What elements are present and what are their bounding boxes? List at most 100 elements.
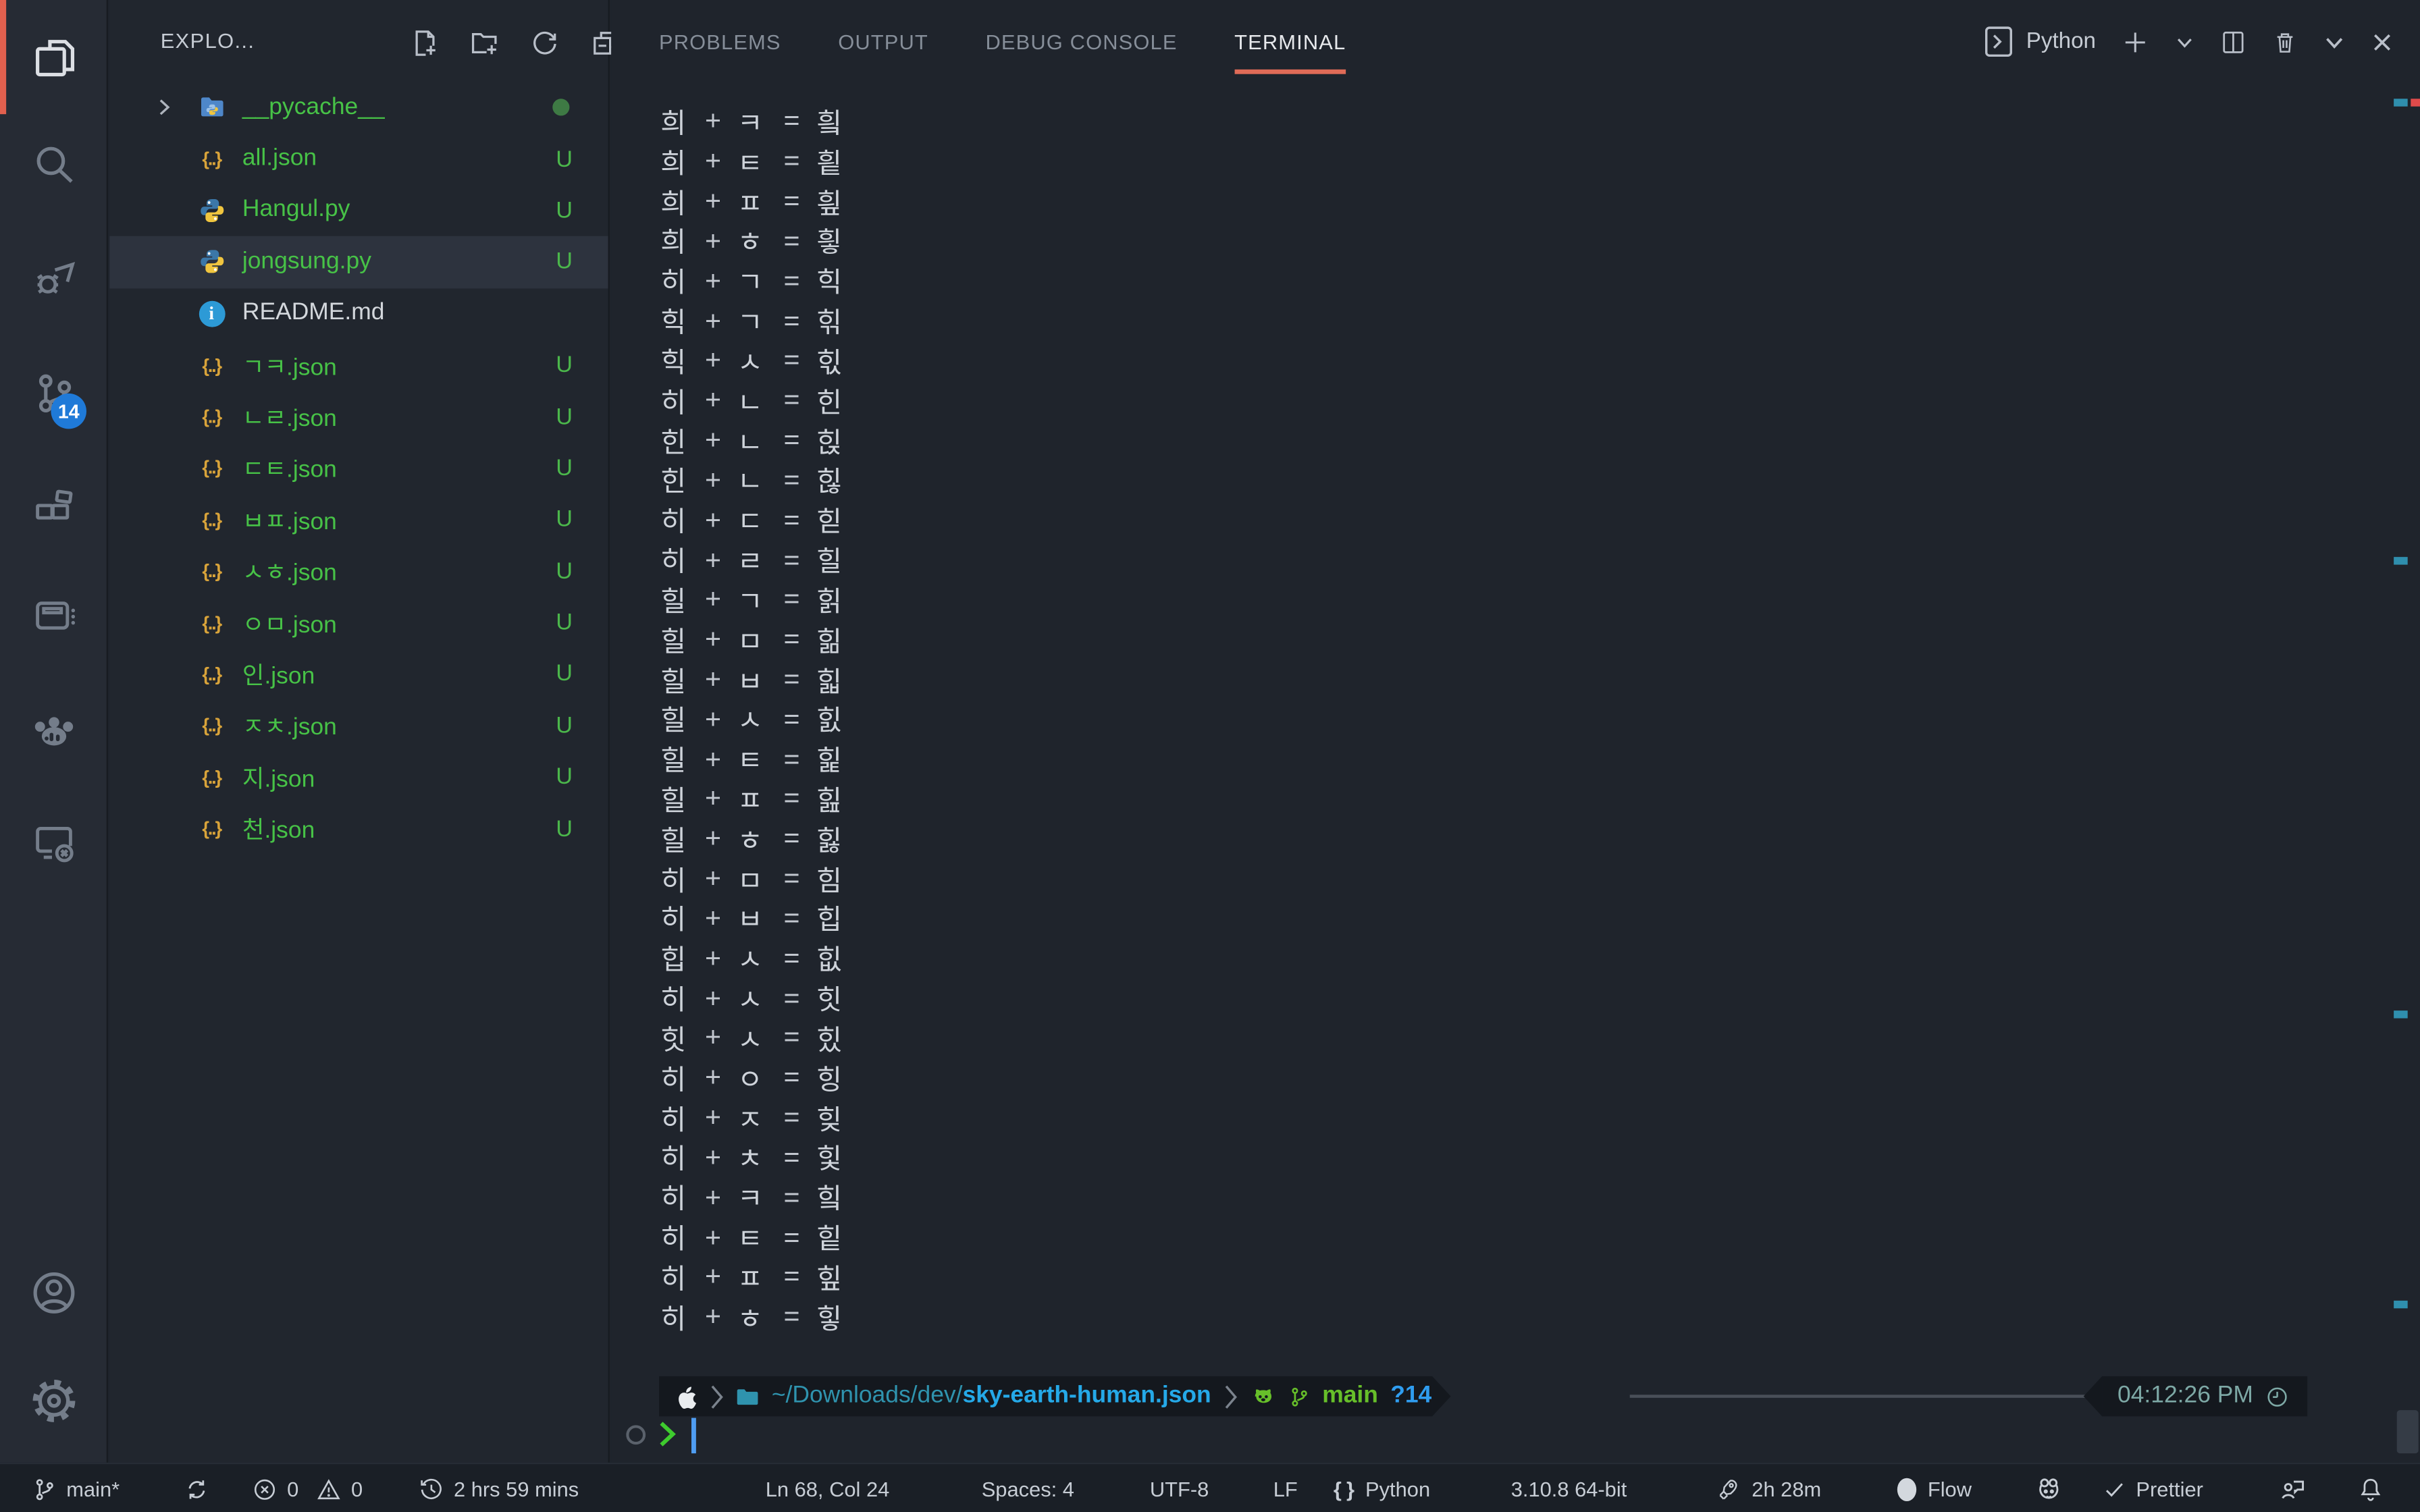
close-panel-icon[interactable] bbox=[2371, 30, 2394, 53]
split-terminal-icon[interactable] bbox=[2219, 27, 2247, 56]
status-eol[interactable]: LF bbox=[1273, 1464, 1298, 1512]
status-interpreter[interactable]: 3.10.8 64-bit bbox=[1511, 1464, 1627, 1512]
container-panel-icon[interactable] bbox=[0, 562, 108, 670]
search-icon[interactable] bbox=[0, 111, 108, 219]
json-file-icon: {..} bbox=[194, 406, 228, 427]
status-language[interactable]: { } Python bbox=[1334, 1464, 1430, 1512]
file-row[interactable]: {..} ㄴㄹ.json U bbox=[109, 391, 608, 442]
launch-profile-chevron-icon[interactable] bbox=[2175, 32, 2195, 52]
terminal-line: 힐 + ㅂ = 힓 bbox=[660, 659, 842, 699]
syllable: 히 bbox=[660, 898, 698, 938]
git-untracked-badge: U bbox=[556, 404, 573, 430]
equals-sign: = bbox=[772, 1261, 812, 1293]
status-formatter[interactable]: Prettier bbox=[2102, 1464, 2203, 1512]
file-row[interactable]: {..} ㅂㅍ.json U bbox=[109, 494, 608, 545]
account-icon[interactable] bbox=[0, 1239, 108, 1347]
terminal-line: 힌 + ㄴ = 힍 bbox=[660, 421, 842, 460]
terminal-output[interactable]: 희 + ㅋ = 힄 희 + ㅌ = 힅 희 + ㅍ bbox=[660, 102, 842, 1337]
status-feedback[interactable] bbox=[2276, 1464, 2307, 1512]
file-row[interactable]: jongsung.py U bbox=[109, 236, 608, 288]
jamo: ㅅ bbox=[729, 699, 772, 739]
composed-syllable: 힍 bbox=[816, 421, 842, 460]
plus-sign: + bbox=[698, 544, 729, 576]
file-row[interactable]: {..} ㄱㅋ.json U bbox=[109, 340, 608, 391]
explorer-title: EXPLO... bbox=[161, 29, 255, 52]
new-terminal-icon[interactable] bbox=[2121, 27, 2150, 56]
file-row[interactable]: {..} ㅈㅊ.json U bbox=[109, 700, 608, 751]
plus-sign: + bbox=[698, 1301, 729, 1333]
equals-sign: = bbox=[772, 1301, 812, 1333]
file-row[interactable]: {..} 지.json U bbox=[109, 751, 608, 803]
syllable: 히 bbox=[660, 500, 698, 540]
status-flow[interactable]: Flow bbox=[1895, 1464, 1972, 1512]
status-indentation[interactable]: Spaces: 4 bbox=[982, 1464, 1074, 1512]
file-row[interactable]: i README.md bbox=[109, 288, 608, 339]
status-pet-icon[interactable] bbox=[2034, 1464, 2063, 1512]
prompt-status-circle-icon bbox=[625, 1424, 647, 1446]
terminal-line: 히 + ㄱ = 힉 bbox=[660, 261, 842, 301]
rocket-icon bbox=[1716, 1476, 1743, 1502]
status-sync[interactable] bbox=[184, 1464, 210, 1512]
settings-gear-icon[interactable] bbox=[0, 1347, 108, 1455]
new-file-icon[interactable] bbox=[407, 26, 441, 60]
panel-tab[interactable]: OUTPUT bbox=[838, 0, 928, 83]
file-row[interactable]: {..} all.json U bbox=[109, 133, 608, 184]
panel-tab[interactable]: DEBUG CONSOLE bbox=[985, 0, 1177, 83]
status-branch[interactable]: main* bbox=[32, 1464, 120, 1512]
status-encoding[interactable]: UTF-8 bbox=[1150, 1464, 1209, 1512]
file-name: 인.json bbox=[242, 657, 315, 691]
file-name: all.json bbox=[242, 145, 317, 173]
new-folder-icon[interactable] bbox=[468, 26, 502, 60]
panel-tab[interactable]: TERMINAL bbox=[1234, 0, 1346, 83]
file-row[interactable]: __pycache__ bbox=[109, 82, 608, 133]
kill-terminal-trash-icon[interactable] bbox=[2272, 27, 2298, 56]
hide-panel-chevron-icon[interactable] bbox=[2323, 30, 2346, 53]
jamo: ㅋ bbox=[729, 102, 772, 142]
composed-syllable: 힝 bbox=[816, 1058, 842, 1098]
prompt-fill-line bbox=[1630, 1395, 2087, 1398]
terminal-shell-selector[interactable]: Python bbox=[1983, 25, 2096, 59]
equals-sign: = bbox=[772, 225, 812, 257]
json-file-icon: {..} bbox=[194, 509, 228, 531]
file-row[interactable]: {..} ㅅㅎ.json U bbox=[109, 545, 608, 597]
explorer-icon[interactable] bbox=[0, 3, 108, 111]
prompt-segment-tip bbox=[1431, 1376, 1450, 1416]
file-name: 지.json bbox=[242, 760, 315, 794]
feedback-person-icon bbox=[2276, 1474, 2307, 1503]
status-timer[interactable]: 2h 28m bbox=[1716, 1464, 1822, 1512]
composed-syllable: 힓 bbox=[816, 659, 842, 699]
terminal-line: 히 + ㅂ = 힙 bbox=[660, 899, 842, 939]
remote-screen-icon[interactable] bbox=[0, 790, 108, 898]
file-row[interactable]: {..} 인.json U bbox=[109, 649, 608, 700]
python-file-icon bbox=[194, 249, 228, 275]
status-session-time[interactable]: 2 hrs 59 mins bbox=[418, 1464, 579, 1512]
run-debug-icon[interactable] bbox=[0, 225, 108, 333]
plus-sign: + bbox=[698, 265, 729, 297]
jamo: ㅂ bbox=[729, 898, 772, 938]
syllable: 희 bbox=[660, 142, 698, 182]
file-row[interactable]: Hangul.py U bbox=[109, 185, 608, 236]
file-row[interactable]: {..} ㄷㅌ.json U bbox=[109, 442, 608, 493]
status-cursor-position[interactable]: Ln 68, Col 24 bbox=[766, 1464, 890, 1512]
status-notifications[interactable] bbox=[2357, 1464, 2384, 1512]
plus-sign: + bbox=[698, 1181, 729, 1214]
error-count: 0 bbox=[287, 1478, 298, 1501]
source-control-icon[interactable] bbox=[0, 340, 108, 448]
paw-extension-icon[interactable] bbox=[0, 676, 108, 784]
prompt-path: ~/Downloads/dev/sky-earth-human.json bbox=[772, 1382, 1211, 1410]
jamo: ㄴ bbox=[729, 460, 772, 500]
status-problems[interactable]: 0 0 bbox=[252, 1464, 363, 1512]
file-row[interactable]: {..} 천.json U bbox=[109, 803, 608, 855]
terminal-scrollbar-thumb[interactable] bbox=[2397, 1410, 2419, 1453]
jamo: ㄴ bbox=[729, 421, 772, 460]
file-row[interactable]: {..} ㅇㅁ.json U bbox=[109, 597, 608, 648]
composed-syllable: 힆 bbox=[816, 182, 842, 221]
equals-sign: = bbox=[772, 464, 812, 497]
composed-syllable: 힞 bbox=[816, 1098, 842, 1138]
refresh-icon[interactable] bbox=[528, 26, 562, 60]
syllable: 히 bbox=[660, 1138, 698, 1178]
panel-tab[interactable]: PROBLEMS bbox=[659, 0, 781, 83]
apple-icon bbox=[675, 1383, 698, 1409]
warning-count: 0 bbox=[351, 1478, 363, 1501]
extensions-icon[interactable] bbox=[0, 454, 108, 562]
